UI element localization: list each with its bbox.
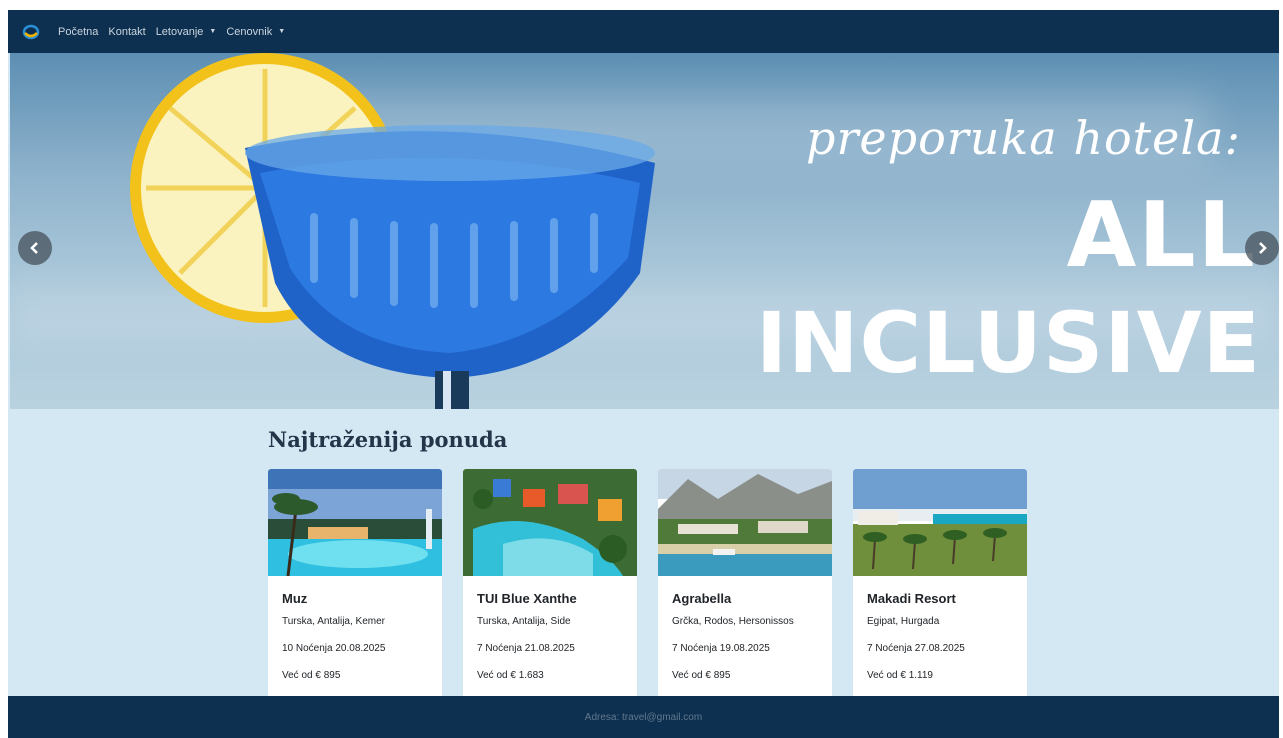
page-frame: Početna Kontakt Letovanje ▼ Cenovnik ▼ p… (8, 10, 1279, 738)
card-price: Već od € 1.683 (477, 670, 544, 681)
hotel-photo[interactable] (463, 469, 637, 576)
nav-link-label: Početna (58, 25, 99, 38)
offers-card-list: Muz Turska, Antalija, Kemer 10 Noćenja 2… (268, 469, 1027, 699)
hero-carousel: preporuka hotela: ALL INCLUSIVE (10, 53, 1279, 409)
card-price: Već od € 895 (672, 670, 731, 681)
footer-address: Adresa: travel@gmail.com (584, 711, 703, 723)
hero-headline-line2: INCLUSIVE (755, 294, 1261, 392)
section-title-offers: Najtraženija ponuda (268, 427, 508, 452)
nav-dropdown-letovanje[interactable]: Letovanje ▼ (156, 26, 217, 38)
card-location: Turska, Antalija, Kemer (282, 616, 386, 627)
footer: Adresa: travel@gmail.com (8, 696, 1279, 738)
card-hotel-name[interactable]: Muz (282, 591, 428, 606)
hotel-photo[interactable] (658, 469, 832, 576)
card-hotel-name[interactable]: Makadi Resort (867, 591, 1013, 606)
hero-headline-line1: ALL (1066, 183, 1257, 288)
navbar: Početna Kontakt Letovanje ▼ Cenovnik ▼ (8, 10, 1279, 53)
card-price: Već od € 1.119 (867, 670, 933, 681)
card-location: Egipat, Hurgada (867, 616, 940, 627)
card-location: Grčka, Rodos, Hersonissos (672, 616, 794, 627)
card-hotel-name[interactable]: Agrabella (672, 591, 818, 606)
card-price: Već od € 895 (282, 670, 341, 681)
hero-script-text: preporuka hotela: (806, 111, 1241, 165)
card-dates: 7 Noćenja 21.08.2025 (477, 643, 575, 654)
logo-icon[interactable] (22, 23, 40, 41)
offer-card-muz[interactable]: Muz Turska, Antalija, Kemer 10 Noćenja 2… (268, 469, 442, 699)
hotel-photo[interactable] (268, 469, 442, 576)
caret-down-icon: ▼ (278, 28, 286, 35)
nav-link-label: Kontakt (108, 25, 146, 38)
card-dates: 10 Noćenja 20.08.2025 (282, 643, 386, 654)
carousel-prev-button[interactable] (18, 231, 52, 265)
offer-card-agrabella[interactable]: Agrabella Grčka, Rodos, Hersonissos 7 No… (658, 469, 832, 699)
card-hotel-name[interactable]: TUI Blue Xanthe (477, 591, 623, 606)
offer-card-makadi-resort[interactable]: Makadi Resort Egipat, Hurgada 7 Noćenja … (853, 469, 1027, 699)
hotel-photo[interactable] (853, 469, 1027, 576)
nav-link-pocetna[interactable]: Početna (58, 26, 98, 38)
nav-link-label: Letovanje (155, 25, 204, 38)
card-location: Turska, Antalija, Side (477, 616, 571, 627)
caret-down-icon: ▼ (209, 28, 217, 35)
offer-card-tui-blue-xanthe[interactable]: TUI Blue Xanthe Turska, Antalija, Side 7… (463, 469, 637, 699)
chevron-right-icon (1259, 242, 1267, 254)
card-dates: 7 Noćenja 27.08.2025 (867, 643, 965, 654)
nav-link-label: Cenovnik (226, 25, 273, 38)
nav-link-kontakt[interactable]: Kontakt (108, 26, 145, 38)
card-dates: 7 Noćenja 19.08.2025 (672, 643, 770, 654)
carousel-next-button[interactable] (1245, 231, 1279, 265)
nav-dropdown-cenovnik[interactable]: Cenovnik ▼ (226, 26, 285, 38)
chevron-left-icon (30, 242, 38, 254)
cocktail-glass-image (130, 53, 655, 409)
